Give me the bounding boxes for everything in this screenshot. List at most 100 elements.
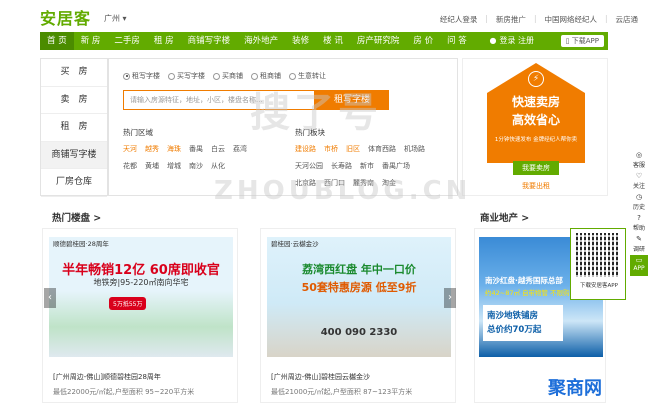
property-image: 碧桂园·云樾金沙 荔湾西红盘 年中一口价 50套特惠房源 低至9折 400 09… bbox=[267, 237, 451, 357]
sidebar-label: APP bbox=[633, 265, 645, 272]
property-card[interactable]: 碧桂园·云樾金沙 荔湾西红盘 年中一口价 50套特惠房源 低至9折 400 09… bbox=[260, 228, 456, 403]
nav-home[interactable]: 首 页 bbox=[40, 32, 74, 50]
property-name[interactable]: [广州周边-佛山]顺德碧桂园28周年 bbox=[53, 372, 161, 382]
sell-button[interactable]: 我要卖房 bbox=[513, 161, 559, 175]
block-link[interactable]: 建设路 bbox=[295, 144, 316, 154]
sidebar-label: 客服 bbox=[632, 162, 645, 169]
agent-login-link[interactable]: 经纪人登录 bbox=[440, 14, 478, 25]
nav-rent[interactable]: 租 房 bbox=[147, 32, 181, 50]
pencil-icon: ✎ bbox=[636, 235, 642, 243]
area-link[interactable]: 天河 bbox=[123, 144, 137, 154]
block-link[interactable]: 旧区 bbox=[346, 144, 360, 154]
radio-buy-office[interactable]: 买写字楼 bbox=[168, 71, 205, 81]
nav-price[interactable]: 房 价 bbox=[406, 32, 440, 50]
radio-label: 租写字楼 bbox=[132, 72, 160, 80]
nav-research[interactable]: 房产研究院 bbox=[350, 32, 407, 50]
block-link[interactable]: 番禺广场 bbox=[382, 161, 410, 171]
cloud-store-link[interactable]: 云店通 bbox=[616, 14, 639, 25]
nav-decoration[interactable]: 装修 bbox=[285, 32, 316, 50]
hot-properties-title[interactable]: 热门楼盘 > bbox=[52, 210, 101, 224]
sidebar-app[interactable]: ▭ APP bbox=[630, 255, 648, 276]
city-selector[interactable]: 广州 ▾ bbox=[104, 13, 127, 24]
area-link[interactable]: 南沙 bbox=[189, 161, 203, 171]
radio-dot bbox=[213, 72, 220, 80]
promo-headline: 荔湾西红盘 年中一口价 bbox=[302, 263, 416, 276]
chevron-left-icon: ‹ bbox=[48, 292, 52, 303]
main-nav: 首 页 新 房 二手房 租 房 商铺写字楼 海外地产 装修 楼 讯 房产研究院 … bbox=[40, 32, 608, 50]
nav-qa[interactable]: 问 答 bbox=[440, 32, 474, 50]
category-buy[interactable]: 买 房 bbox=[41, 59, 107, 87]
login-register[interactable]: ● 登录 注册 bbox=[489, 32, 534, 50]
sidebar-service[interactable]: ◎ 客服 bbox=[630, 150, 648, 171]
qr-label: 下载安居客APP bbox=[580, 283, 618, 289]
lightning-icon: ⚡ bbox=[528, 71, 544, 87]
qr-overlay bbox=[576, 233, 620, 277]
radio-buy-shop[interactable]: 买商铺 bbox=[213, 71, 243, 81]
area-link[interactable]: 增城 bbox=[167, 161, 181, 171]
hot-areas-title: 热门区域 bbox=[123, 128, 153, 137]
area-link[interactable]: 从化 bbox=[211, 161, 225, 171]
block-link[interactable]: 市桥 bbox=[324, 144, 338, 154]
property-price: 最低22000元/㎡起,户型面积 95~220平方米 bbox=[53, 388, 195, 396]
promo-phone: 400 090 2330 bbox=[320, 327, 398, 338]
block-link[interactable]: 机场路 bbox=[404, 144, 425, 154]
property-name[interactable]: [广州周边-佛山]碧桂园云樾金沙 bbox=[271, 372, 370, 382]
category-sell[interactable]: 卖 房 bbox=[41, 87, 107, 115]
radio-rent-office[interactable]: 租写字楼 bbox=[123, 71, 160, 81]
user-icon: ● bbox=[489, 36, 497, 45]
radio-dot bbox=[123, 72, 130, 80]
category-commercial[interactable]: 商铺写字楼 bbox=[41, 141, 107, 170]
nav-commercial[interactable]: 商铺写字楼 bbox=[181, 32, 238, 50]
biz-headline: 南沙红盘·越秀国际总部 bbox=[485, 276, 563, 285]
block-link[interactable]: 体育西路 bbox=[368, 144, 396, 154]
promo-badge: 5万抵55万 bbox=[109, 297, 147, 310]
area-link[interactable]: 海珠 bbox=[167, 144, 181, 154]
carousel-prev-button[interactable]: ‹ bbox=[44, 288, 56, 308]
biz-price-box: 南沙地铁铺房 总价约70万起 bbox=[483, 305, 563, 341]
nav-newhouse[interactable]: 新 房 bbox=[74, 32, 108, 50]
area-link[interactable]: 越秀 bbox=[145, 144, 159, 154]
block-link[interactable]: 长寿路 bbox=[331, 161, 352, 171]
sidebar-help[interactable]: ? 帮助 bbox=[630, 213, 648, 234]
radio-dot bbox=[251, 72, 258, 80]
business-property-title[interactable]: 商业地产 > bbox=[480, 210, 529, 224]
city-name: 广州 bbox=[104, 14, 120, 23]
category-rent[interactable]: 租 房 bbox=[41, 114, 107, 142]
radio-dot bbox=[168, 72, 175, 80]
sidebar-label: 调研 bbox=[632, 246, 645, 253]
property-card[interactable]: 顺德碧桂园·28周年 半年畅销12亿 60席即收官 地铁旁|95-220㎡南向华… bbox=[42, 228, 238, 403]
promo-subline: 50套特惠房源 低至9折 bbox=[301, 281, 417, 294]
promo-header: 顺德碧桂园·28周年 bbox=[53, 240, 109, 248]
site-logo[interactable]: 安居客 bbox=[40, 5, 91, 29]
block-link[interactable]: 新市 bbox=[360, 161, 374, 171]
promo-headline: 半年畅销12亿 60席即收官 bbox=[62, 263, 220, 278]
banner-line3: 1分钟快速发布 金牌经纪人帮你卖 bbox=[494, 137, 578, 143]
area-link[interactable]: 荔湾 bbox=[233, 144, 247, 154]
area-link[interactable]: 白云 bbox=[211, 144, 225, 154]
newhouse-promo-link[interactable]: 新房推广 bbox=[496, 14, 526, 25]
carousel-next-button[interactable]: › bbox=[444, 288, 456, 308]
nav-secondhand[interactable]: 二手房 bbox=[107, 32, 147, 50]
watermark: 搜了号 bbox=[250, 90, 382, 136]
sidebar-history[interactable]: ◷ 历史 bbox=[630, 192, 648, 213]
radio-label: 买写字楼 bbox=[177, 72, 205, 80]
nav-overseas[interactable]: 海外地产 bbox=[237, 32, 285, 50]
sell-house-banner[interactable]: ⚡ 快速卖房 高效省心 1分钟快速发布 金牌经纪人帮你卖 我要卖房 我要出租 bbox=[462, 58, 608, 196]
download-app-label: 下载APP bbox=[571, 37, 599, 45]
divider: | bbox=[485, 14, 488, 23]
area-link[interactable]: 黄埔 bbox=[145, 161, 159, 171]
chevron-down-icon: ▾ bbox=[122, 14, 127, 23]
sidebar-survey[interactable]: ✎ 调研 bbox=[630, 234, 648, 255]
property-image: 顺德碧桂园·28周年 半年畅销12亿 60席即收官 地铁旁|95-220㎡南向华… bbox=[49, 237, 233, 357]
category-factory[interactable]: 厂房仓库 bbox=[41, 169, 107, 197]
rent-out-button[interactable]: 我要出租 bbox=[513, 179, 559, 193]
app-qr-code[interactable]: 下载安居客APP bbox=[570, 228, 626, 300]
block-link[interactable]: 天河公园 bbox=[295, 161, 323, 171]
hot-areas: 热门区域 天河 越秀 海珠 番禺 白云 荔湾 花都 黄埔 增城 南沙 从化 bbox=[123, 127, 247, 178]
sidebar-follow[interactable]: ♡ 关注 bbox=[630, 171, 648, 192]
area-link[interactable]: 番禺 bbox=[189, 144, 203, 154]
area-link[interactable]: 花都 bbox=[123, 161, 137, 171]
download-app-button[interactable]: ▯ 下载APP bbox=[560, 35, 604, 47]
network-agent-link[interactable]: 中国网络经纪人 bbox=[544, 14, 597, 25]
nav-news[interactable]: 楼 讯 bbox=[316, 32, 350, 50]
